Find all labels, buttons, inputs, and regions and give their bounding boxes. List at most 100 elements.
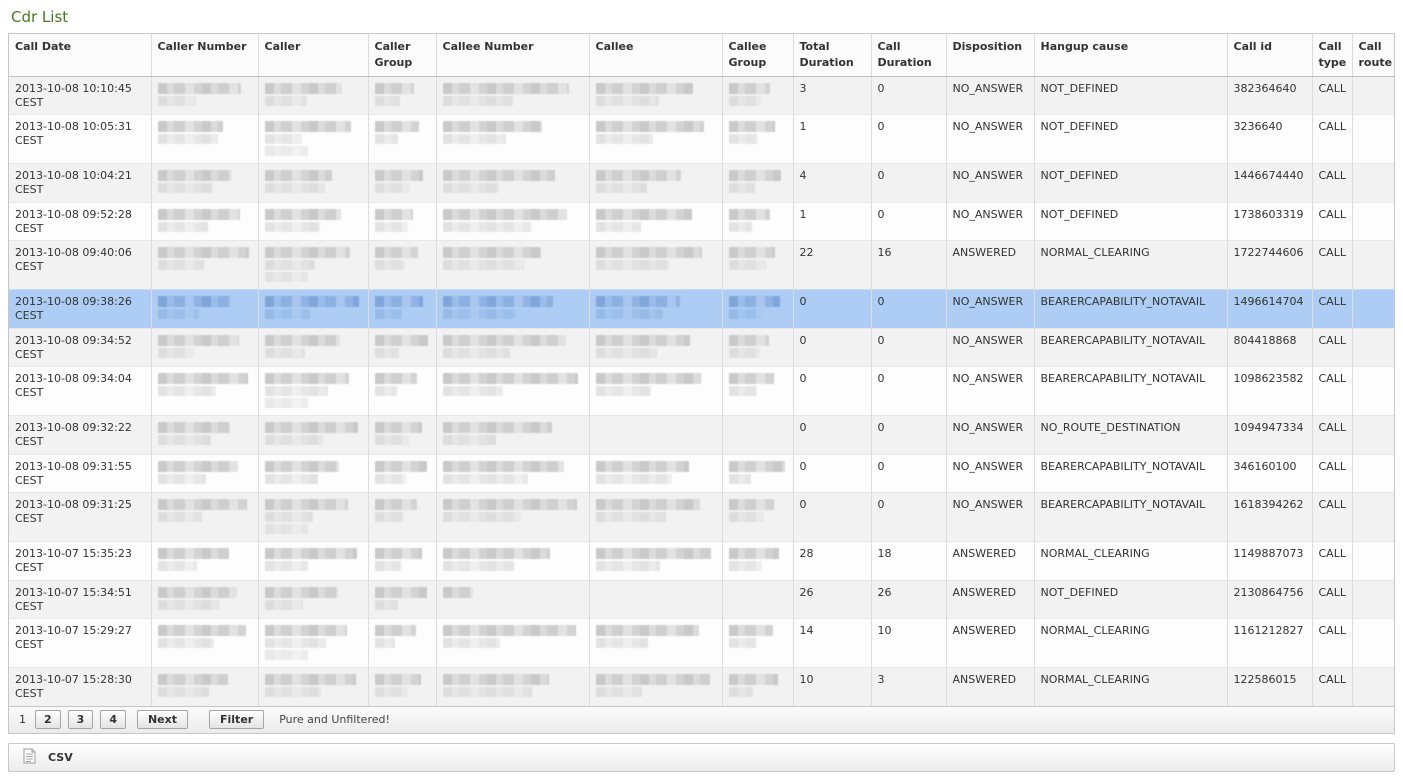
cell-callee-group [722,619,793,668]
cell-callee [589,580,722,619]
redacted-value [443,260,524,270]
cell-disposition: NO_ANSWER [946,367,1034,416]
table-row-selected[interactable]: 2013-10-08 09:38:26 CEST00NO_ANSWERBEARE… [9,290,1394,329]
cell-call-route [1352,202,1394,241]
redacted-value [375,638,396,648]
cell-caller [258,164,368,203]
redacted-value [729,260,766,270]
cell-callee [589,202,722,241]
cell-callee [589,619,722,668]
redacted-value [158,209,241,220]
redacted-value [443,373,579,384]
cell-callee [589,164,722,203]
table-row[interactable]: 2013-10-08 09:34:04 CEST00NO_ANSWERBEARE… [9,367,1394,416]
cell-total-duration: 0 [793,328,871,367]
redacted-value [265,600,304,610]
cell-callee-group [722,542,793,581]
cell-total-duration: 4 [793,164,871,203]
cell-call-date: 2013-10-08 09:31:25 CEST [9,493,151,542]
redacted-value [375,309,403,319]
table-row[interactable]: 2013-10-08 10:05:31 CEST10NO_ANSWERNOT_D… [9,115,1394,164]
redacted-value [375,386,397,396]
redacted-value [596,348,657,358]
cell-caller [258,328,368,367]
page-button-3[interactable]: 3 [68,710,94,729]
table-row[interactable]: 2013-10-08 10:04:21 CEST40NO_ANSWERNOT_D… [9,164,1394,203]
cell-caller-number [151,668,258,706]
redacted-value [729,222,753,232]
redacted-value [158,587,238,598]
table-header: Call DateCaller NumberCallerCaller Group… [9,34,1394,76]
cell-call-type: CALL [1312,542,1352,581]
table-row[interactable]: 2013-10-08 09:52:28 CEST10NO_ANSWERNOT_D… [9,202,1394,241]
redacted-value [265,499,348,510]
cell-call-date: 2013-10-07 15:28:30 CEST [9,668,151,706]
table-row[interactable]: 2013-10-08 09:40:06 CEST2216ANSWEREDNORM… [9,241,1394,290]
cell-hangup-cause: NORMAL_CLEARING [1034,668,1227,706]
table-row[interactable]: 2013-10-08 10:10:45 CEST30NO_ANSWERNOT_D… [9,76,1394,115]
next-page-button[interactable]: Next [137,710,188,729]
redacted-value [596,134,654,144]
cell-caller-number [151,115,258,164]
cell-call-type: CALL [1312,164,1352,203]
cell-caller-group [368,493,436,542]
cell-caller-number [151,202,258,241]
redacted-value [158,335,240,346]
table-row[interactable]: 2013-10-07 15:29:27 CEST1410ANSWEREDNORM… [9,619,1394,668]
cell-call-type: CALL [1312,202,1352,241]
redacted-value [443,499,577,510]
redacted-value [265,272,309,282]
cell-hangup-cause: NOT_DEFINED [1034,164,1227,203]
cell-disposition: NO_ANSWER [946,290,1034,329]
table-row[interactable]: 2013-10-08 09:34:52 CEST00NO_ANSWERBEARE… [9,328,1394,367]
column-header-disposition: Disposition [946,34,1034,76]
csv-export-bar[interactable]: CSV [8,743,1395,772]
cell-total-duration: 26 [793,580,871,619]
redacted-value [265,183,325,193]
redacted-value [443,386,503,396]
page-button-2[interactable]: 2 [35,710,61,729]
cell-call-route [1352,580,1394,619]
table-row[interactable]: 2013-10-08 09:32:22 CEST00NO_ANSWERNO_RO… [9,416,1394,455]
redacted-value [596,247,703,258]
cell-call-duration: 0 [871,328,946,367]
cell-call-date: 2013-10-07 15:29:27 CEST [9,619,151,668]
cell-callee [589,328,722,367]
redacted-value [375,674,422,685]
cell-callee-number [436,290,589,329]
cell-callee-group [722,580,793,619]
cell-callee-number [436,241,589,290]
table-row[interactable]: 2013-10-08 09:31:25 CEST00NO_ANSWERBEARE… [9,493,1394,542]
cell-total-duration: 0 [793,454,871,493]
cell-call-route [1352,164,1394,203]
table-row[interactable]: 2013-10-07 15:35:23 CEST2818ANSWEREDNORM… [9,542,1394,581]
cell-call-type: CALL [1312,115,1352,164]
redacted-value [158,461,239,472]
redacted-value [375,561,401,571]
cell-callee-group [722,454,793,493]
cell-hangup-cause: NOT_DEFINED [1034,76,1227,115]
cell-callee [589,76,722,115]
cell-hangup-cause: NOT_DEFINED [1034,115,1227,164]
current-page-indicator: 1 [19,713,26,726]
table-row[interactable]: 2013-10-07 15:28:30 CEST103ANSWEREDNORMA… [9,668,1394,706]
redacted-value [158,512,202,522]
cell-disposition: NO_ANSWER [946,416,1034,455]
cell-caller-number [151,454,258,493]
cell-disposition: ANSWERED [946,580,1034,619]
filter-status-text: Pure and Unfiltered! [279,713,390,726]
filter-button[interactable]: Filter [209,710,264,729]
column-header-caller: Caller [258,34,368,76]
cell-call-date: 2013-10-08 09:32:22 CEST [9,416,151,455]
cell-disposition: NO_ANSWER [946,454,1034,493]
table-row[interactable]: 2013-10-07 15:34:51 CEST2626ANSWEREDNOT_… [9,580,1394,619]
redacted-value [443,674,549,685]
cell-total-duration: 28 [793,542,871,581]
table-row[interactable]: 2013-10-08 09:31:55 CEST00NO_ANSWERBEARE… [9,454,1394,493]
page-button-4[interactable]: 4 [100,710,126,729]
cdr-table-container: Call DateCaller NumberCallerCaller Group… [8,33,1395,707]
cell-call-type: CALL [1312,328,1352,367]
cell-hangup-cause: NOT_DEFINED [1034,202,1227,241]
cell-disposition: NO_ANSWER [946,202,1034,241]
redacted-value [265,209,342,220]
